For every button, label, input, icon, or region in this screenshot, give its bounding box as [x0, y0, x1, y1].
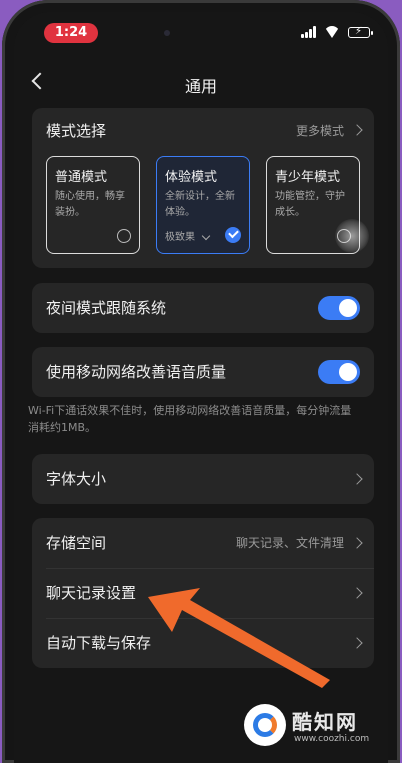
watermark-url: www.coozhi.com: [294, 734, 370, 744]
annotation-arrow: [148, 588, 330, 688]
watermark-logo-icon: [244, 704, 286, 746]
watermark-brand: 酷知网: [292, 710, 358, 734]
